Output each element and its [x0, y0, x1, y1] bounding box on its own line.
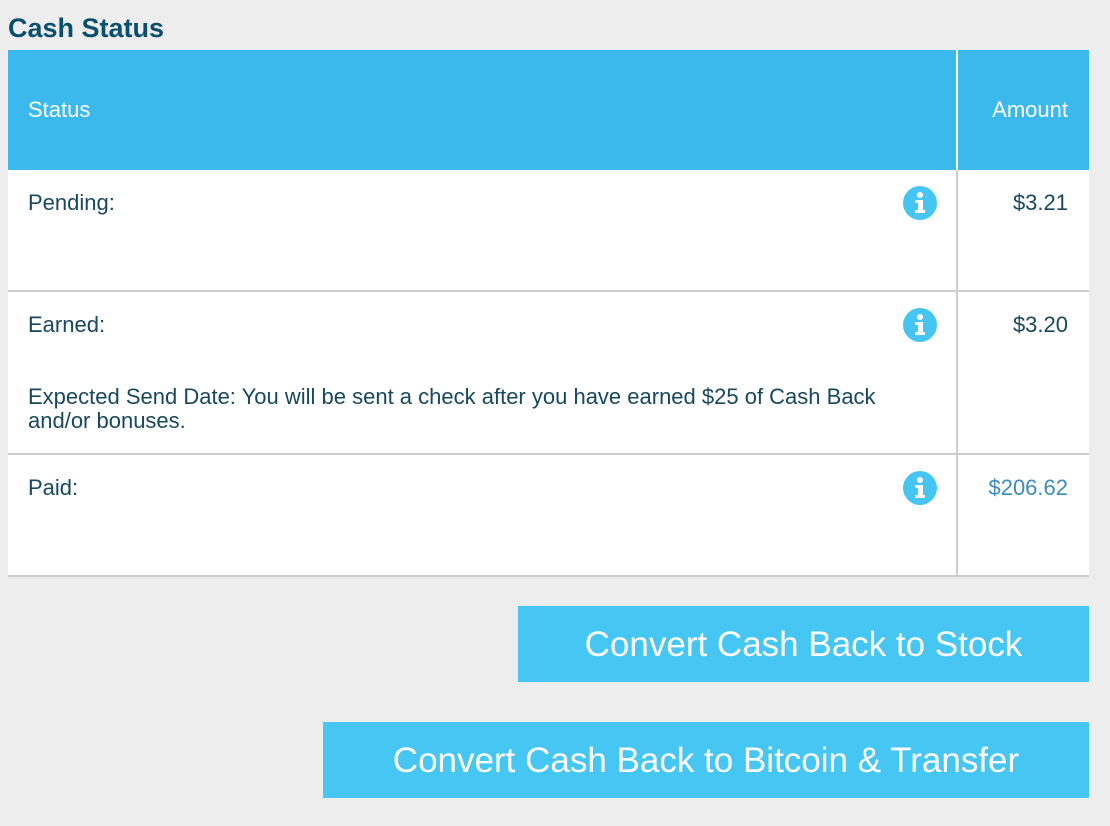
convert-to-bitcoin-button[interactable]: Convert Cash Back to Bitcoin & Transfer	[323, 722, 1089, 798]
pending-status-cell: Pending:	[8, 170, 958, 290]
page-title: Cash Status	[8, 13, 165, 43]
earned-row: Earned: Expected Send Date: You will be …	[8, 292, 1089, 455]
pending-label: Pending:	[28, 190, 115, 215]
info-icon[interactable]	[903, 308, 937, 342]
paid-row: Paid: $206.62	[8, 455, 1089, 577]
paid-label: Paid:	[28, 475, 79, 500]
pending-row: Pending: $3.21	[8, 170, 1089, 292]
paid-status-cell: Paid:	[8, 455, 958, 575]
earned-amount: $3.20	[1012, 312, 1068, 337]
paid-amount-cell: $206.62	[958, 455, 1089, 575]
info-icon[interactable]	[903, 471, 937, 505]
table-header: Status Amount	[8, 50, 1089, 170]
status-column-header: Status	[8, 50, 958, 170]
cash-status-table: Status Amount Pending: $3.21 Earned: Exp…	[8, 50, 1089, 577]
expected-send-date-note: Expected Send Date: You will be sent a c…	[28, 384, 876, 433]
pending-amount: $3.21	[1012, 190, 1068, 215]
info-icon[interactable]	[903, 186, 937, 220]
paid-amount-link[interactable]: $206.62	[988, 475, 1068, 500]
earned-label: Earned:	[28, 312, 106, 337]
amount-column-header: Amount	[992, 97, 1068, 122]
convert-to-stock-button[interactable]: Convert Cash Back to Stock	[518, 606, 1089, 682]
earned-status-cell: Earned: Expected Send Date: You will be …	[8, 292, 958, 453]
